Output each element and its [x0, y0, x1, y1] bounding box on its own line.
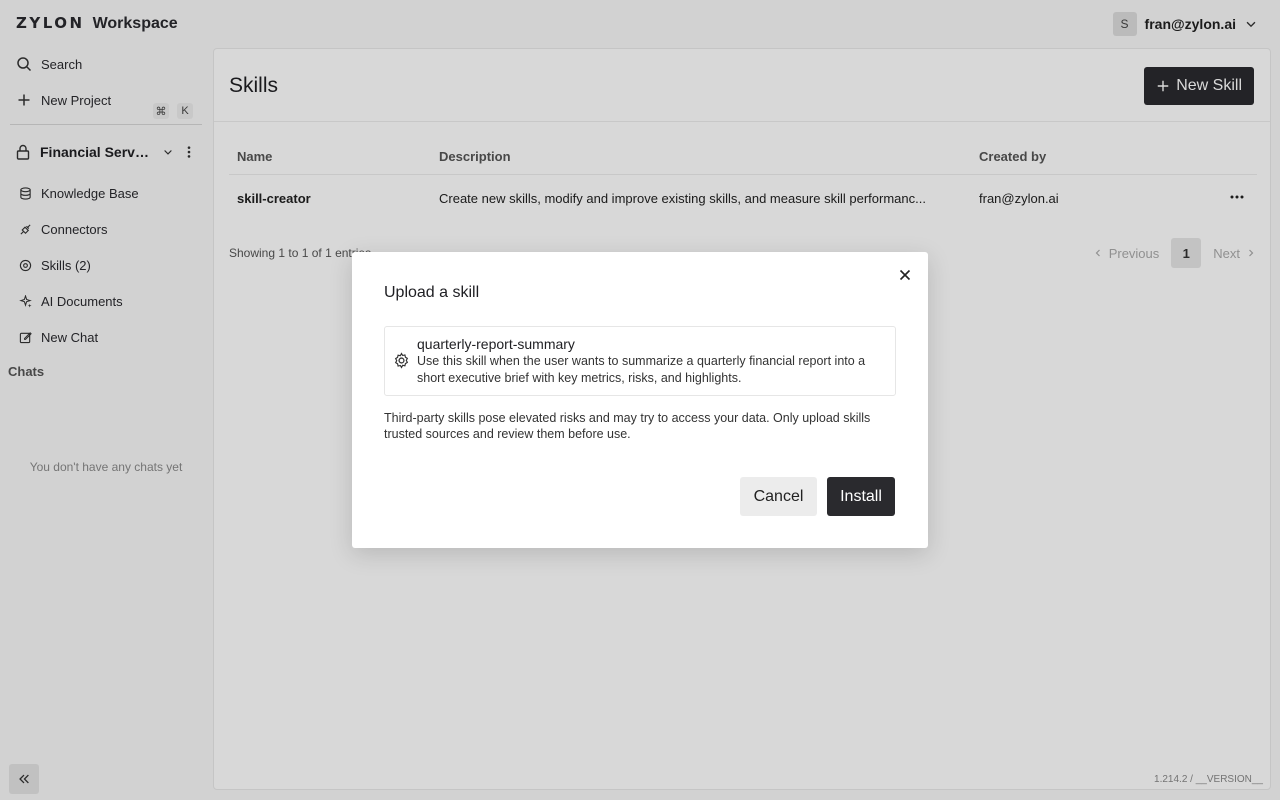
- gear-icon: [394, 352, 409, 369]
- skill-name: quarterly-report-summary: [417, 336, 575, 352]
- security-warning: Third-party skills pose elevated risks a…: [384, 411, 871, 441]
- install-button[interactable]: Install: [827, 477, 895, 516]
- dialog-title: Upload a skill: [384, 284, 480, 301]
- cancel-button[interactable]: Cancel: [740, 477, 817, 516]
- close-icon: [899, 269, 911, 281]
- skill-description: Use this skill when the user wants to su…: [417, 354, 866, 385]
- upload-skill-dialog: Upload a skill quarterly-report-summary …: [352, 252, 928, 548]
- skill-preview-card: quarterly-report-summary Use this skill …: [384, 326, 896, 396]
- close-button[interactable]: [896, 266, 914, 284]
